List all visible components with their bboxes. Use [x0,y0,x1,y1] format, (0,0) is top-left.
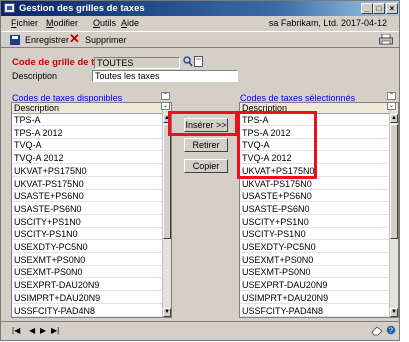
selected-list-row[interactable]: USEXMT+PS0N0 [240,254,389,266]
help-icon[interactable]: ? [386,325,396,335]
company-date: sa Fabrikam, Ltd. 2017-04-12 [268,18,387,28]
menu-aide[interactable]: Aide [121,17,139,29]
minimize-button[interactable]: _ [361,3,373,14]
selected-list: Description TPS-A TPS-A 2012 TVQ-A TVQ-A 20… [239,102,399,318]
window-title: Gestion des grilles de taxes [19,3,145,14]
selected-list-row[interactable]: TPS-A [240,114,389,126]
maximize-button[interactable]: □ [373,3,385,14]
selected-list-row[interactable]: USEXDTY-PC5N0 [240,241,389,253]
lookup-icon[interactable] [183,56,193,67]
close-button[interactable]: × [386,3,398,14]
selected-list-row[interactable]: USASTE+PS6N0 [240,190,389,203]
save-button[interactable]: Enregistrer [25,34,69,46]
selected-list-row[interactable]: TPS-A 2012 [240,127,389,139]
menu-outils[interactable]: Outils [93,17,116,29]
selected-list-row[interactable]: USEXPRT-DAU20N9 [240,279,389,292]
save-icon [10,35,20,45]
available-scrollbar[interactable]: ▲ ▼ [162,103,171,317]
insert-button-label: Insérer >> [185,120,227,130]
selected-list-row[interactable]: USSFCITY-PAD4N8 [240,305,389,317]
selected-list-row[interactable]: UKVAT+PS175N0 [240,165,389,177]
delete-icon: ✕ [69,31,80,46]
selected-collapse-up-icon[interactable]: ⌃ [387,92,396,100]
selected-scrollbar[interactable]: ▲ ▼ [389,103,398,317]
available-list-row[interactable]: USEXPRT-DAU20N9 [12,279,162,292]
status-bar: |◀ ◀ ▶ ▶| ? [1,321,399,340]
insert-button[interactable]: Insérer >> [184,118,228,132]
available-list-row[interactable]: TVQ-A [12,139,162,152]
available-list-row[interactable]: TPS-A 2012 [12,127,162,139]
available-list-row[interactable]: USEXMT-PS0N0 [12,266,162,279]
available-list-row[interactable]: USEXMT+PS0N0 [12,254,162,266]
eraser-icon[interactable] [371,325,383,336]
menu-modifier[interactable]: Modifier [46,17,78,29]
expand-down-icon[interactable]: ⌄ [161,102,170,110]
available-list-row[interactable]: UKVAT+PS175N0 [12,165,162,177]
selected-list-row[interactable]: USIMPRT+DAU20N9 [240,292,389,304]
code-field[interactable]: TOUTES [94,57,180,69]
description-label: Description [12,71,58,81]
scroll-down-icon[interactable]: ▼ [163,308,171,317]
selected-column-header[interactable]: Description [240,103,398,114]
next-record-icon[interactable]: ▶ [40,326,46,336]
copy-button-label: Copier [192,161,220,171]
remove-button-label: Retirer [192,140,220,150]
selected-expand-down-icon[interactable]: ⌄ [387,102,396,110]
code-label: Code de grille de ta [12,57,100,68]
note-icon[interactable] [194,56,203,67]
delete-button[interactable]: Supprimer [85,34,127,46]
description-field[interactable]: Toutes les taxes [92,70,238,82]
selected-list-row[interactable]: USCITY+PS1N0 [240,216,389,228]
menu-bar: Fichier Modifier Outils Aide sa Fabrikam… [1,16,399,30]
available-list-row[interactable]: TPS-A [12,114,162,126]
svg-text:?: ? [389,328,393,335]
available-list-row[interactable]: USIMPRT+DAU20N9 [12,292,162,304]
available-list-row[interactable]: USASTE-PS6N0 [12,203,162,215]
remove-button[interactable]: Retirer [184,138,228,152]
copy-button[interactable]: Copier [184,159,228,173]
available-list-row[interactable]: UKVAT-PS175N0 [12,178,162,190]
available-list-row[interactable]: USCITY+PS1N0 [12,216,162,228]
selected-scroll-thumb[interactable] [390,124,398,239]
toolbar: Enregistrer ✕ Supprimer [1,31,399,48]
scroll-up-icon[interactable]: ▲ [163,114,171,123]
title-bar: Gestion des grilles de taxes _ □ × [1,1,399,16]
print-icon[interactable] [379,34,393,45]
available-list-row[interactable]: USCITY-PS1N0 [12,228,162,241]
selected-list-row[interactable]: USCITY-PS1N0 [240,228,389,241]
selected-list-row[interactable]: TVQ-A 2012 [240,152,389,165]
selected-list-row[interactable]: USEXMT-PS0N0 [240,266,389,279]
available-list-row[interactable]: USASTE+PS6N0 [12,190,162,203]
collapse-up-icon[interactable]: ⌃ [161,92,170,100]
selected-list-row[interactable]: TVQ-A [240,139,389,152]
available-list: Description TPS-A TPS-A 2012 TVQ-A TVQ-A 20… [11,102,172,318]
available-list-row[interactable]: TVQ-A 2012 [12,152,162,165]
last-record-icon[interactable]: ▶| [51,326,59,336]
previous-record-icon[interactable]: ◀ [29,326,35,336]
selected-list-row[interactable]: USASTE-PS6N0 [240,203,389,215]
available-list-row[interactable]: USEXDTY-PC5N0 [12,241,162,253]
tax-schedule-window: Gestion des grilles de taxes _ □ × Fichi… [0,0,400,341]
selected-list-row[interactable]: UKVAT-PS175N0 [240,178,389,190]
selected-scroll-down-icon[interactable]: ▼ [390,308,398,317]
menu-fichier[interactable]: Fichier [11,17,38,29]
selected-scroll-up-icon[interactable]: ▲ [390,114,398,123]
first-record-icon[interactable]: |◀ [12,326,20,336]
scroll-thumb[interactable] [163,124,171,239]
available-column-header[interactable]: Description [12,103,171,114]
available-list-row[interactable]: USSFCITY-PAD4N8 [12,305,162,317]
app-icon [4,3,15,13]
